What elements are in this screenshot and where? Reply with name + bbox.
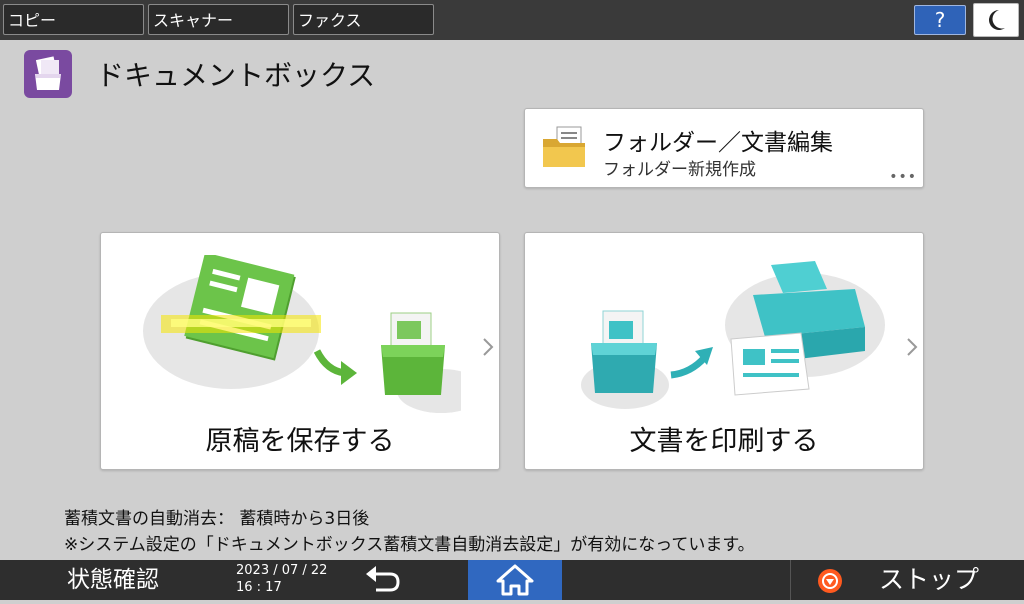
chevron-right-icon: [907, 338, 918, 356]
page-title: ドキュメントボックス: [96, 59, 376, 92]
auto-delete-notice: ※システム設定の「ドキュメントボックス蓄積文書自動消去設定」が有効になっています…: [64, 535, 755, 555]
document-box-icon: [35, 56, 61, 90]
check-status-button[interactable]: 状態確認: [0, 560, 226, 600]
time-text: 16 : 17: [236, 580, 282, 595]
print-document-button[interactable]: 文書を印刷する: [524, 232, 924, 470]
store-document-label: 原稿を保存する: [205, 426, 395, 457]
help-button[interactable]: ?: [914, 5, 966, 35]
scan-to-box-illustration: [143, 255, 461, 413]
tab-copy[interactable]: コピー: [3, 4, 144, 35]
tab-fax[interactable]: ファクス: [293, 4, 434, 35]
date-text: 2023 / 07 / 22: [236, 563, 328, 578]
top-bar: コピー スキャナー ファクス ?: [0, 0, 1024, 40]
box-to-printer-illustration: [581, 261, 885, 409]
stop-label: ストップ: [879, 565, 980, 594]
folder-edit-button[interactable]: フォルダー／文書編集 フォルダー新規作成 •••: [524, 108, 924, 188]
auto-delete-info: 蓄積文書の自動消去： 蓄積時から3日後: [64, 509, 370, 529]
stop-icon: [818, 569, 842, 593]
chevron-right-icon: [483, 338, 494, 356]
print-document-label: 文書を印刷する: [629, 426, 819, 457]
folder-card-subtitle: フォルダー新規作成: [603, 160, 756, 180]
back-button[interactable]: [352, 560, 412, 600]
datetime: 2023 / 07 / 22 16 : 17: [236, 562, 327, 596]
store-document-button[interactable]: 原稿を保存する: [100, 232, 500, 470]
more-icon: •••: [889, 169, 917, 185]
document-box-app-icon: [24, 50, 72, 98]
folder-icon: [543, 126, 585, 167]
back-arrow-icon: [366, 566, 400, 592]
folder-card-title: フォルダー／文書編集: [603, 130, 833, 156]
home-button[interactable]: [468, 560, 562, 600]
stop-button[interactable]: ストップ: [790, 560, 1024, 600]
moon-icon: [989, 10, 1005, 31]
energy-saver-button[interactable]: [973, 3, 1019, 37]
home-icon: [496, 564, 534, 596]
bottom-bar: 状態確認 2023 / 07 / 22 16 : 17 ストップ: [0, 560, 1024, 600]
tab-scanner[interactable]: スキャナー: [148, 4, 289, 35]
